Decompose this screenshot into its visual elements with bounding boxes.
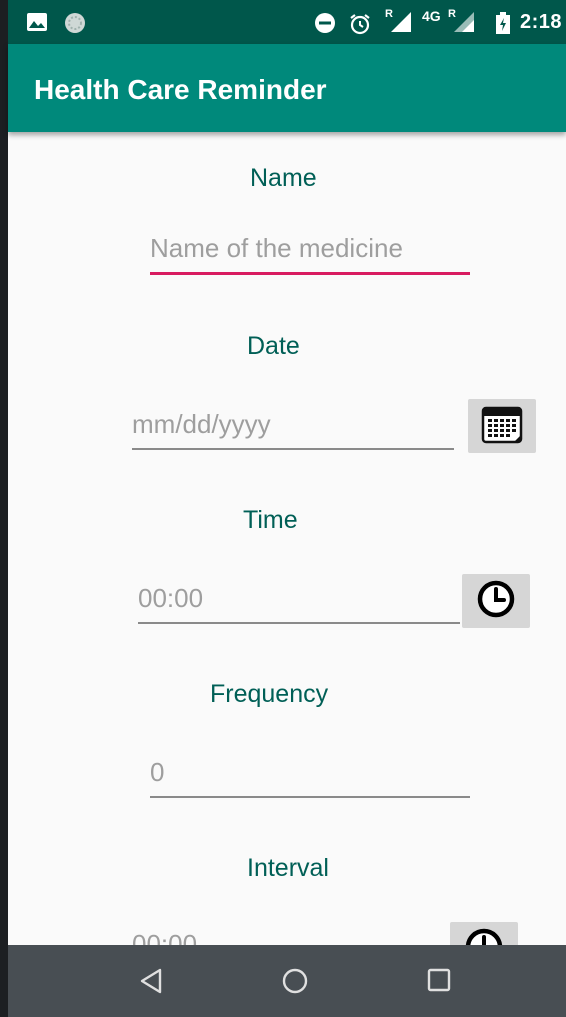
- date-label: Date: [247, 332, 300, 360]
- frequency-field-container: [150, 752, 470, 798]
- sync-notification-icon: [64, 12, 86, 39]
- image-notification-icon: [26, 12, 48, 37]
- name-label: Name: [250, 164, 317, 192]
- clock-icon: [476, 579, 516, 624]
- time-picker-button[interactable]: [462, 574, 530, 628]
- app-bar: Health Care Reminder: [8, 44, 566, 132]
- name-field-container: [150, 228, 470, 275]
- time-label: Time: [243, 506, 298, 534]
- status-bar: R 4G R 2:18: [8, 0, 566, 44]
- calendar-icon: [480, 402, 524, 451]
- frequency-input[interactable]: [150, 752, 470, 792]
- date-input[interactable]: [132, 404, 454, 444]
- time-input[interactable]: [138, 578, 460, 618]
- do-not-disturb-icon: [314, 12, 336, 39]
- interval-picker-button[interactable]: [450, 922, 518, 945]
- signal-2-icon: R: [448, 8, 476, 39]
- time-field-container: [138, 578, 460, 624]
- interval-label: Interval: [247, 854, 329, 882]
- frequency-label: Frequency: [210, 680, 329, 708]
- battery-charging-icon: [496, 12, 510, 39]
- page-title: Health Care Reminder: [34, 74, 327, 105]
- roaming-indicator-2: R: [448, 8, 456, 20]
- date-picker-button[interactable]: [468, 399, 536, 453]
- status-time: 2:18: [519, 11, 562, 33]
- signal-1-icon: R: [385, 8, 413, 39]
- home-button[interactable]: [281, 967, 309, 1000]
- name-input[interactable]: [150, 228, 470, 268]
- reminder-form: Name Date Time: [8, 132, 566, 945]
- interval-input[interactable]: [132, 924, 454, 945]
- roaming-indicator-1: R: [385, 8, 393, 20]
- device-frame: [0, 0, 8, 1017]
- network-type-label: 4G: [422, 8, 441, 24]
- recents-button[interactable]: [426, 967, 452, 998]
- interval-field-container: [132, 924, 454, 945]
- alarm-icon: [348, 12, 372, 41]
- clock-icon: [464, 927, 504, 945]
- back-button[interactable]: [138, 967, 164, 1000]
- navigation-bar: [8, 945, 566, 1017]
- date-field-container: [132, 404, 454, 450]
